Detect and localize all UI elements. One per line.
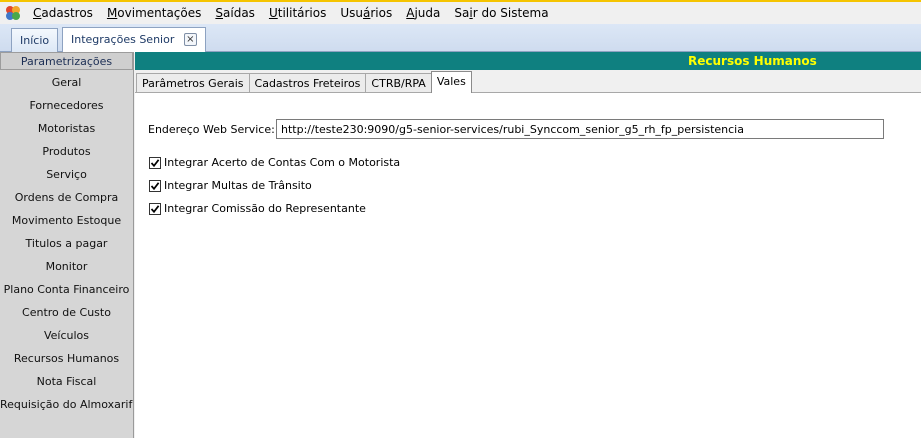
sidebar-item-titulos-a-pagar[interactable]: Titulos a pagar	[0, 232, 133, 255]
tab-vales[interactable]: Vales	[430, 71, 472, 93]
sidebar-item-ordens-de-compra[interactable]: Ordens de Compra	[0, 186, 133, 209]
webservice-label: Endereço Web Service:	[148, 122, 275, 136]
tab-cadastros-freteiros[interactable]: Cadastros Freteiros	[248, 73, 367, 93]
section-title: Recursos Humanos	[135, 52, 921, 70]
check-label-multas-transito: Integrar Multas de Trânsito	[164, 179, 312, 192]
menu-sair-do-sistema[interactable]: Sair do Sistema	[447, 3, 555, 23]
menu-movimentacoes[interactable]: Movimentações	[100, 3, 208, 23]
menu-bar: Cadastros Movimentações Saídas Utilitári…	[0, 2, 921, 24]
checkmark-icon	[150, 204, 160, 213]
menu-saidas[interactable]: Saídas	[208, 3, 262, 23]
webservice-url-input[interactable]	[276, 119, 884, 139]
webservice-row: Endereço Web Service:	[148, 119, 884, 139]
sidebar-item-motoristas[interactable]: Motoristas	[0, 117, 133, 140]
tab-integracoes-label: Integrações Senior	[71, 33, 175, 46]
menu-utilitarios[interactable]: Utilitários	[262, 3, 333, 23]
tab-integracoes-senior[interactable]: Integrações Senior ×	[62, 27, 206, 53]
check-row-acerto-contas[interactable]: Integrar Acerto de Contas Com o Motorist…	[149, 156, 400, 169]
sidebar-item-centro-de-custo[interactable]: Centro de Custo	[0, 301, 133, 324]
tab-parametros-gerais[interactable]: Parâmetros Gerais	[136, 73, 250, 93]
tab-ctrb-rpa[interactable]: CTRB/RPA	[365, 73, 432, 93]
sidebar-list: Geral Fornecedores Motoristas Produtos S…	[0, 70, 133, 416]
check-label-acerto-contas: Integrar Acerto de Contas Com o Motorist…	[164, 156, 401, 169]
sidebar-item-recursos-humanos[interactable]: Recursos Humanos	[0, 347, 133, 370]
sidebar-item-fornecedores[interactable]: Fornecedores	[0, 94, 133, 117]
sidebar-item-veiculos[interactable]: Veículos	[0, 324, 133, 347]
app-logo-icon[interactable]	[4, 4, 22, 22]
tab-inicio[interactable]: Início	[11, 28, 59, 52]
menu-cadastros[interactable]: Cadastros	[26, 3, 100, 23]
checkbox-acerto-contas[interactable]	[149, 156, 161, 169]
checkbox-multas-transito[interactable]	[149, 179, 161, 192]
sidebar-item-plano-conta-financeiro[interactable]: Plano Conta Financeiro	[0, 278, 133, 301]
checkmark-icon	[150, 181, 160, 190]
sidebar-item-geral[interactable]: Geral	[0, 71, 133, 94]
sidebar: Parametrizações Geral Fornecedores Motor…	[0, 52, 134, 438]
tab-inicio-label: Início	[20, 34, 50, 47]
sidebar-item-movimento-estoque[interactable]: Movimento Estoque	[0, 209, 133, 232]
checkbox-comissao-representante[interactable]	[149, 202, 161, 215]
document-tab-strip: Início Integrações Senior ×	[0, 24, 921, 53]
tab-content-panel: Endereço Web Service: Integrar Acerto de…	[135, 92, 921, 438]
close-icon[interactable]: ×	[183, 32, 197, 46]
sidebar-header[interactable]: Parametrizações	[0, 52, 133, 70]
sidebar-item-nota-fiscal[interactable]: Nota Fiscal	[0, 370, 133, 393]
sidebar-item-monitor[interactable]: Monitor	[0, 255, 133, 278]
check-row-comissao-representante[interactable]: Integrar Comissão do Representante	[149, 202, 366, 215]
check-row-multas-transito[interactable]: Integrar Multas de Trânsito	[149, 179, 312, 192]
sidebar-item-requisicao-almoxarifado[interactable]: Requisição do Almoxarifado	[0, 393, 133, 416]
sidebar-item-produtos[interactable]: Produtos	[0, 140, 133, 163]
menu-usuarios[interactable]: Usuários	[333, 3, 399, 23]
sidebar-item-servico[interactable]: Serviço	[0, 163, 133, 186]
check-label-comissao-representante: Integrar Comissão do Representante	[164, 202, 366, 215]
checkmark-icon	[150, 158, 160, 167]
menu-ajuda[interactable]: Ajuda	[399, 3, 447, 23]
page-tab-strip: Parâmetros Gerais Cadastros Freteiros CT…	[136, 71, 472, 93]
main-panel: Recursos Humanos Parâmetros Gerais Cadas…	[135, 52, 921, 438]
